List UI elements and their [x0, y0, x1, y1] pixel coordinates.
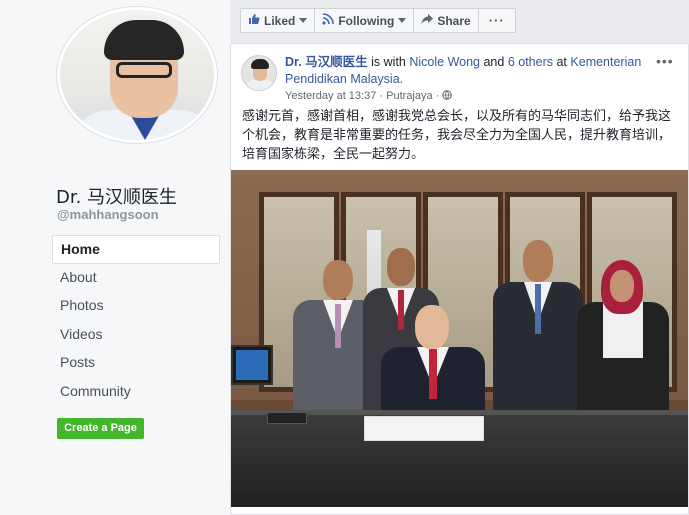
nav-item-posts[interactable]: Posts: [52, 349, 220, 378]
place-link[interactable]: Putrajaya: [386, 90, 432, 102]
thumbs-up-icon: [248, 13, 260, 28]
chevron-down-icon: [299, 18, 308, 23]
at-text: at: [556, 55, 567, 69]
more-icon: ···: [488, 13, 505, 28]
nav-item-about[interactable]: About: [52, 264, 220, 293]
and-text: and: [483, 55, 505, 69]
post-meta: Yesterday at 13:37 · Putrajaya ·: [285, 90, 453, 102]
nav-item-videos[interactable]: Videos: [52, 321, 220, 350]
nav-item-home[interactable]: Home: [52, 235, 220, 264]
avatar-image: [60, 10, 214, 140]
post-photo[interactable]: [231, 170, 688, 507]
post-menu-icon[interactable]: •••: [656, 53, 674, 69]
post-text: 感谢元首，感谢首相，感谢我党总会长，以及所有的马华同志们，给予我这个机会，教育是…: [242, 109, 672, 162]
page-sidebar: Dr. 马汉顺医生 @mahhangsoon Home About Photos…: [0, 0, 230, 515]
liked-label: Liked: [264, 13, 296, 28]
others-link[interactable]: 6 others: [508, 55, 553, 69]
meta-separator: ·: [379, 90, 384, 102]
share-button[interactable]: Share: [413, 8, 479, 33]
page-action-bar: Liked Following Share ···: [240, 8, 516, 33]
more-options-button[interactable]: ···: [477, 8, 516, 33]
globe-icon[interactable]: [442, 90, 453, 102]
is-with-text: is with: [371, 55, 406, 69]
page-nav: Home About Photos Videos Posts Community: [52, 235, 220, 406]
page-username[interactable]: @mahhangsoon: [57, 207, 159, 222]
following-label: Following: [338, 13, 395, 28]
page-title[interactable]: Dr. 马汉顺医生: [56, 183, 177, 209]
following-button[interactable]: Following: [314, 8, 415, 33]
create-page-button[interactable]: Create a Page: [57, 418, 144, 439]
tagged-person-link[interactable]: Nicole Wong: [409, 55, 480, 69]
profile-picture[interactable]: [56, 6, 218, 144]
post-card: Dr. 马汉顺医生 is with Nicole Wong and 6 othe…: [230, 43, 689, 515]
rss-icon: [322, 13, 335, 28]
post-header: Dr. 马汉顺医生 is with Nicole Wong and 6 othe…: [285, 54, 655, 88]
share-icon: [421, 13, 434, 28]
meta-separator-2: ·: [435, 90, 440, 102]
share-label: Share: [437, 13, 471, 28]
liked-button[interactable]: Liked: [240, 8, 316, 33]
chevron-down-icon: [398, 18, 407, 23]
author-avatar[interactable]: [241, 55, 277, 91]
timestamp-link[interactable]: Yesterday at 13:37: [285, 90, 376, 102]
nav-item-community[interactable]: Community: [52, 378, 220, 407]
author-name[interactable]: Dr. 马汉顺医生: [285, 55, 368, 69]
nav-item-photos[interactable]: Photos: [52, 292, 220, 321]
